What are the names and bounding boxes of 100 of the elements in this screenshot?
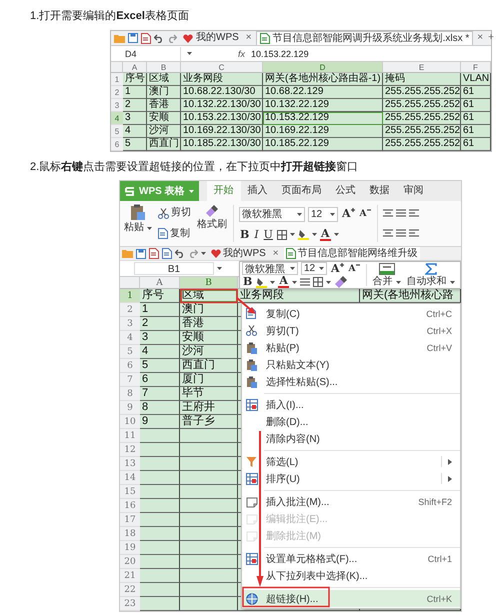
- clipboard-icon[interactable]: [246, 342, 258, 354]
- save-icon[interactable]: [128, 33, 138, 43]
- row-header[interactable]: 14: [120, 471, 140, 485]
- row-header[interactable]: 4: [111, 112, 123, 125]
- document-icon[interactable]: [260, 33, 270, 44]
- scissors-icon[interactable]: [158, 208, 169, 219]
- row-header[interactable]: 16: [120, 499, 140, 513]
- underline-button[interactable]: U: [262, 228, 274, 240]
- save-icon[interactable]: [136, 248, 146, 258]
- row-header[interactable]: 1: [111, 73, 123, 86]
- ribbon-tab[interactable]: 公式: [328, 181, 363, 201]
- close-button[interactable]: ×: [244, 32, 253, 44]
- clipboard-icon[interactable]: [246, 358, 258, 370]
- close-button[interactable]: ×: [476, 32, 484, 44]
- document-tab[interactable]: 我的WPS: [180, 31, 242, 45]
- ribbon-tab[interactable]: 数据: [362, 181, 397, 201]
- menu-item[interactable]: 筛选(L): [242, 453, 460, 470]
- column-header[interactable]: F: [461, 62, 491, 73]
- paint-brush-icon[interactable]: [205, 204, 219, 218]
- undo-icon[interactable]: [175, 249, 185, 258]
- document-tab[interactable]: 节目信息部智能网络维升级: [284, 247, 420, 260]
- table-icon[interactable]: [246, 398, 258, 410]
- column-header[interactable]: C: [181, 62, 263, 73]
- name-box[interactable]: D4: [111, 46, 181, 60]
- menu-item[interactable]: 删除(D)...: [242, 413, 460, 430]
- menu-item[interactable]: 选择性粘贴(S)...: [242, 373, 460, 390]
- column-header[interactable]: D: [263, 62, 383, 73]
- ribbon-tab[interactable]: 页面布局: [274, 181, 329, 201]
- document-icon[interactable]: [158, 228, 168, 240]
- document-icon[interactable]: [286, 248, 296, 259]
- font-color-button[interactable]: A: [320, 228, 330, 240]
- row-header[interactable]: 9: [120, 401, 140, 415]
- row-header[interactable]: 3: [111, 99, 123, 112]
- row-header[interactable]: 18: [120, 527, 140, 541]
- note-icon[interactable]: [246, 496, 258, 508]
- align-icon[interactable]: [382, 229, 393, 238]
- row-header[interactable]: 2: [111, 86, 123, 99]
- autosum-button[interactable]: 自动求和: [406, 262, 456, 288]
- scissors-icon[interactable]: [246, 325, 257, 336]
- menu-item[interactable]: 排序(U): [242, 470, 460, 487]
- row-header[interactable]: 3: [120, 317, 140, 331]
- new-tab-button[interactable]: +: [487, 32, 495, 44]
- font-size-dropdown[interactable]: 12: [301, 262, 327, 275]
- borders-icon[interactable]: [276, 230, 287, 240]
- row-header[interactable]: 22: [120, 583, 140, 597]
- row-header[interactable]: 6: [120, 359, 140, 373]
- row-header[interactable]: 5: [111, 125, 123, 138]
- close-button[interactable]: ×: [270, 248, 281, 260]
- row-header[interactable]: 7: [120, 373, 140, 387]
- row-header[interactable]: 20: [120, 555, 140, 569]
- row-header[interactable]: 4: [120, 331, 140, 345]
- align-icon[interactable]: [382, 208, 393, 218]
- row-header[interactable]: 5: [120, 345, 140, 359]
- table-icon[interactable]: [246, 552, 258, 564]
- row-header[interactable]: 17: [120, 513, 140, 527]
- ribbon-tab[interactable]: 开始: [206, 181, 241, 201]
- document-tab[interactable]: 我的WPS: [209, 247, 268, 260]
- shrink-font-button[interactable]: A: [348, 262, 361, 274]
- row-header[interactable]: 23: [120, 597, 140, 611]
- menu-item[interactable]: 设置单元格格式(F)... Ctrl+1: [242, 550, 460, 567]
- row-header[interactable]: 8: [120, 387, 140, 401]
- copy-button[interactable]: 复制: [157, 226, 191, 241]
- align-icon[interactable]: [408, 208, 419, 218]
- row-header[interactable]: 11: [120, 429, 140, 443]
- row-header[interactable]: 15: [120, 485, 140, 499]
- paint-brush-icon[interactable]: [334, 275, 348, 289]
- row-header[interactable]: 2: [120, 303, 140, 317]
- grow-font-button[interactable]: A: [341, 208, 356, 220]
- column-header[interactable]: E: [383, 62, 461, 73]
- row-header[interactable]: 6: [111, 138, 123, 151]
- align-icon[interactable]: [408, 229, 419, 238]
- row-header[interactable]: 21: [120, 569, 140, 583]
- ribbon-tab[interactable]: 审阅: [396, 181, 431, 201]
- bold-button[interactable]: B: [239, 228, 250, 240]
- row-header[interactable]: 19: [120, 541, 140, 555]
- menu-item[interactable]: 从下拉列表中选择(K)...: [242, 567, 460, 584]
- globe-icon[interactable]: [246, 592, 258, 604]
- menu-item[interactable]: 插入(I)...: [242, 396, 460, 413]
- fill-color-icon[interactable]: [298, 229, 309, 240]
- fill-color-icon[interactable]: [256, 276, 268, 288]
- clipboard-icon[interactable]: [246, 376, 258, 388]
- borders-icon[interactable]: [312, 277, 323, 287]
- column-header[interactable]: B: [180, 277, 238, 289]
- sigma-icon[interactable]: [424, 263, 437, 275]
- document-icon[interactable]: [149, 248, 159, 259]
- font-size-dropdown[interactable]: 12: [308, 206, 338, 222]
- document-icon[interactable]: [141, 32, 151, 44]
- format-painter-button[interactable]: 格式刷: [196, 203, 228, 244]
- formula-field[interactable]: 10.153.22.129: [251, 48, 309, 58]
- font-dropdown[interactable]: 微软雅黑: [242, 262, 298, 275]
- menu-item[interactable]: 只粘贴文本(Y): [242, 356, 460, 373]
- bold-button[interactable]: B: [242, 276, 254, 288]
- cut-button[interactable]: 剪切: [157, 206, 192, 220]
- align-icon[interactable]: [396, 229, 406, 238]
- row-header[interactable]: 12: [120, 443, 140, 457]
- row-header[interactable]: 10: [120, 415, 140, 429]
- menu-item[interactable]: 剪切(T) Ctrl+X: [242, 322, 460, 339]
- italic-button[interactable]: I: [253, 228, 260, 240]
- menu-item[interactable]: 清除内容(N): [242, 430, 460, 447]
- merge-button[interactable]: 合并: [372, 262, 402, 288]
